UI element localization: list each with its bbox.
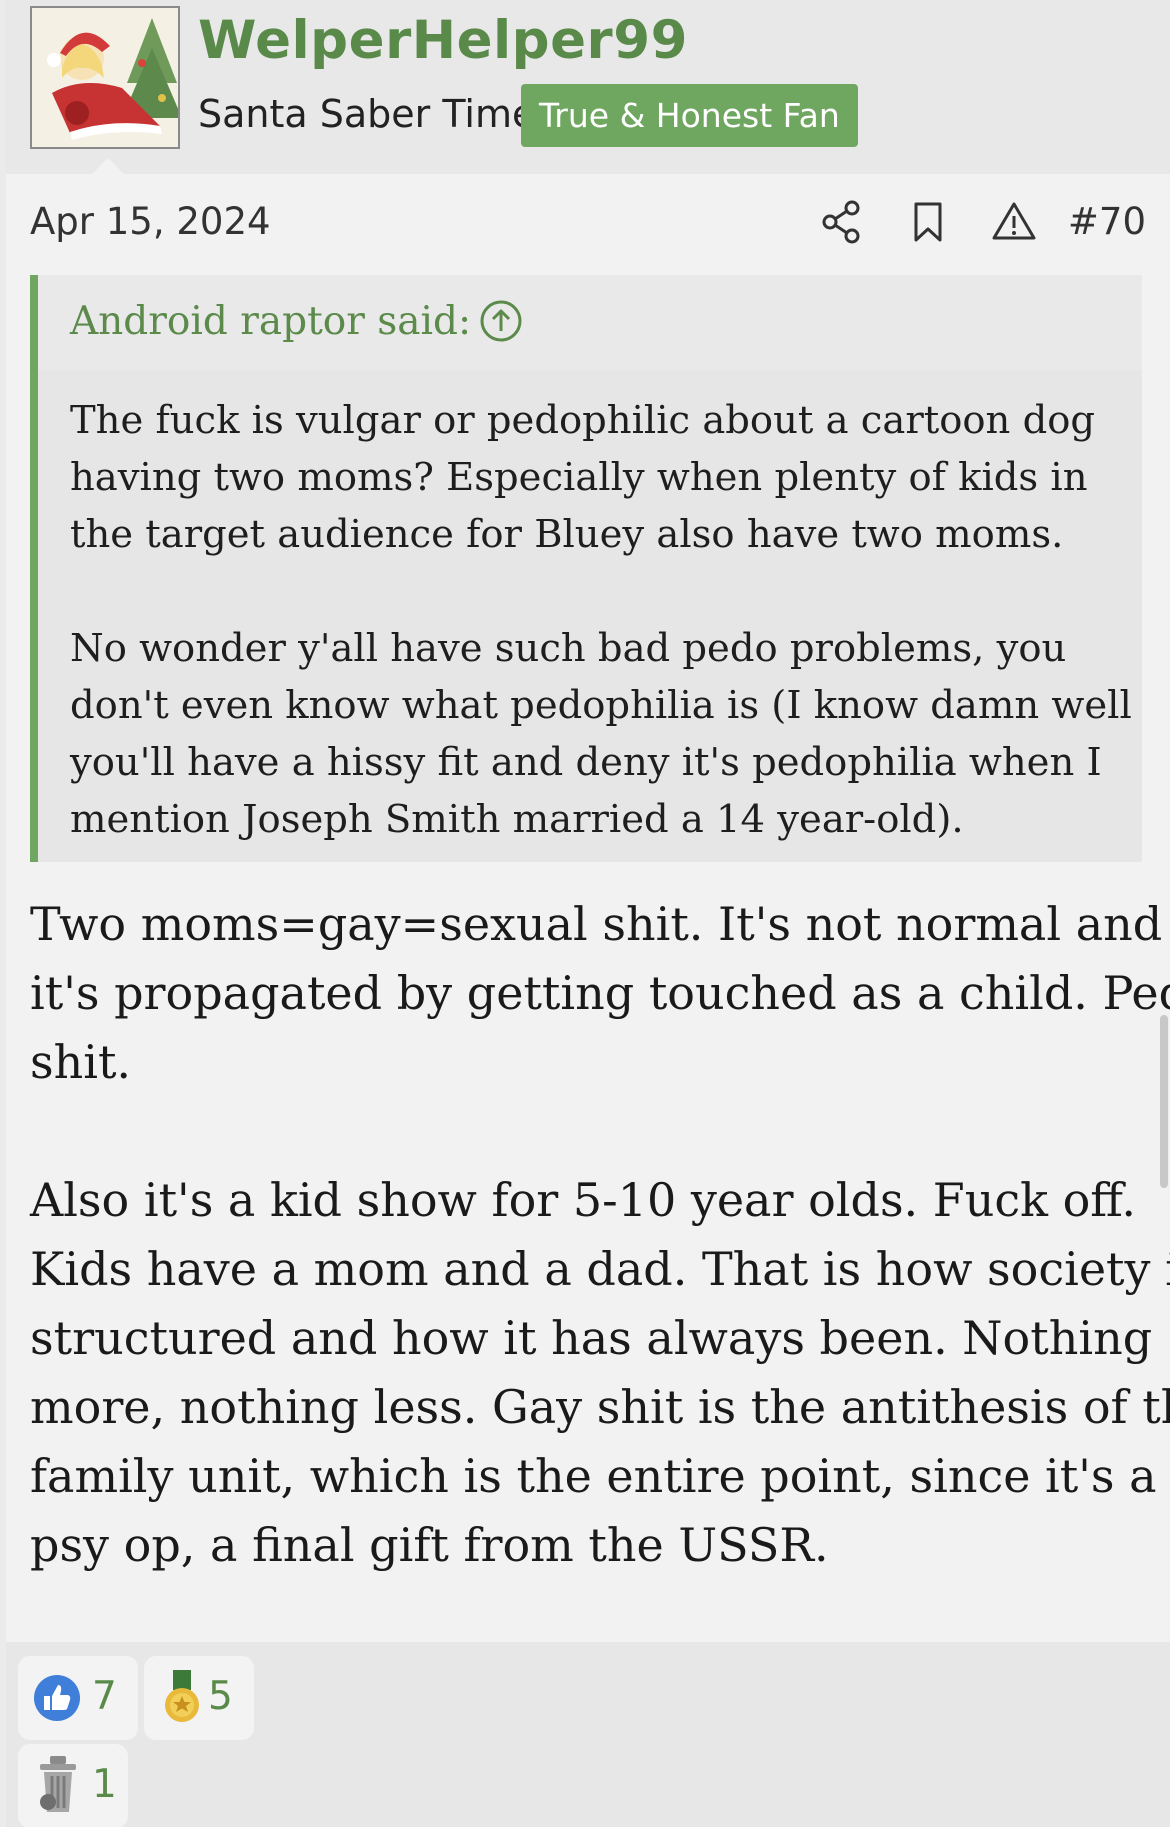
thumbs-up-icon [34,1675,80,1721]
forum-post: WelperHelper99 Santa Saber Time True & H… [6,0,1170,1827]
message-line: Kids have a mom and a dad. That is how s… [30,1242,1170,1296]
message-line: it's propagated by getting touched as a … [30,966,1170,1020]
quote-line: mention Joseph Smith married a 14 year-o… [70,797,964,842]
reaction-trash[interactable]: 1 [18,1744,128,1827]
message-line: Two moms=gay=sexual shit. It's not norma… [30,897,1163,951]
like-count: 7 [92,1674,117,1719]
message-line: family unit, which is the entire point, … [30,1449,1157,1503]
quote-line: the target audience for Bluey also have … [70,512,1064,557]
quote-line: don't even know what pedophilia is (I kn… [70,683,1132,728]
scrollbar[interactable] [1160,1015,1168,1188]
quote-body: The fuck is vulgar or pedophilic about a… [70,392,1132,848]
quote-line: you'll have a hissy fit and deny it's pe… [70,740,1102,785]
post-date[interactable]: Apr 15, 2024 [30,200,271,243]
quote-block: Android raptor said: The fuck is vulgar … [30,275,1142,862]
message-body: Two moms=gay=sexual shit. It's not norma… [30,890,1170,1580]
quote-line [70,563,1130,620]
quote-line: The fuck is vulgar or pedophilic about a… [70,398,1096,443]
avatar[interactable] [30,6,180,149]
reaction-like[interactable]: 7 [18,1656,138,1740]
quote-header: Android raptor said: [38,275,1142,370]
message-line: psy op, a final gift from the USSR. [30,1518,829,1572]
post-number[interactable]: #70 [1068,200,1146,243]
arrow-up-circle-icon[interactable] [478,298,524,344]
medal-icon [165,1670,199,1722]
post-header: WelperHelper99 Santa Saber Time True & H… [6,0,1170,174]
reaction-medal[interactable]: 5 [144,1656,254,1740]
message-line: Also it's a kid show for 5-10 year olds.… [30,1173,1136,1227]
report-icon[interactable] [990,198,1038,246]
santa-saber-avatar-icon [32,8,178,147]
medal-count: 5 [208,1674,233,1719]
trash-count: 1 [92,1762,117,1807]
username[interactable]: WelperHelper99 [198,10,688,71]
quote-line: having two moms? Especially when plenty … [70,455,1088,500]
message-line [30,1097,1160,1166]
quote-line: No wonder y'all have such bad pedo probl… [70,626,1067,671]
trash-can-icon [40,1756,76,1812]
message-line: structured and how it has always been. N… [30,1311,1153,1365]
bookmark-icon[interactable] [904,198,952,246]
message-line: more, nothing less. Gay shit is the anti… [30,1380,1170,1434]
quote-attribution[interactable]: Android raptor said: [70,299,471,344]
share-icon[interactable] [818,198,866,246]
user-banner: True & Honest Fan [521,84,858,147]
message-line: shit. [30,1035,132,1089]
user-title: Santa Saber Time [198,92,536,136]
avatar-pointer [92,158,124,174]
reactions-bar: 7 5 1 [6,1642,1170,1827]
